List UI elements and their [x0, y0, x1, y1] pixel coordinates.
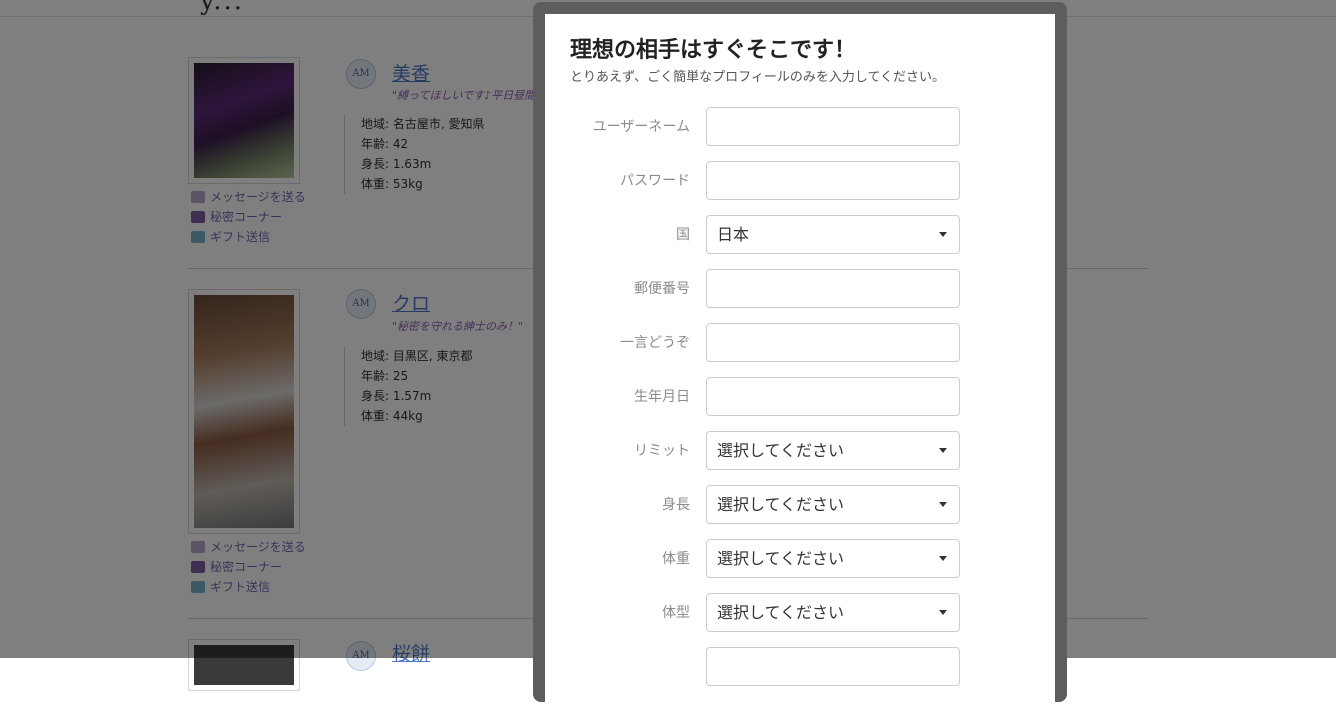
weight-label: 体重	[662, 551, 690, 567]
limit-label: リミット	[634, 443, 690, 459]
body-type-label: 体型	[662, 605, 690, 621]
password-input[interactable]	[706, 161, 960, 200]
country-label: 国	[676, 227, 690, 243]
next-field[interactable]	[706, 647, 960, 686]
form-row-username: ユーザーネーム	[545, 107, 1055, 147]
postal-code-input[interactable]	[706, 269, 960, 308]
form-row-body-type: 体型 選択してください	[545, 593, 1055, 633]
chevron-down-icon	[939, 232, 947, 237]
postal-code-label: 郵便番号	[634, 281, 690, 297]
height-select[interactable]: 選択してください	[706, 485, 960, 524]
form-row-country: 国 日本	[545, 215, 1055, 255]
username-label: ユーザーネーム	[592, 119, 690, 135]
modal-title: 理想の相手はすぐそこです！	[570, 38, 857, 63]
username-input[interactable]	[706, 107, 960, 146]
form-row-limit: リミット 選択してください	[545, 431, 1055, 471]
modal-subtitle: とりあえず、ごく簡単なプロフィールのみを入力してください。	[570, 70, 946, 85]
message-input[interactable]	[706, 323, 960, 362]
birthdate-label: 生年月日	[634, 389, 690, 405]
form-row-next	[545, 647, 1055, 687]
chevron-down-icon	[939, 556, 947, 561]
signup-modal: 理想の相手はすぐそこです！ とりあえず、ごく簡単なプロフィールのみを入力してくだ…	[545, 14, 1055, 714]
form-row-height: 身長 選択してください	[545, 485, 1055, 525]
chevron-down-icon	[939, 448, 947, 453]
body-type-select[interactable]: 選択してください	[706, 593, 960, 632]
limit-select[interactable]: 選択してください	[706, 431, 960, 470]
form-row-postal: 郵便番号	[545, 269, 1055, 309]
weight-select[interactable]: 選択してください	[706, 539, 960, 578]
form-row-birthdate: 生年月日	[545, 377, 1055, 417]
birthdate-input[interactable]	[706, 377, 960, 416]
form-row-password: パスワード	[545, 161, 1055, 201]
form-row-weight: 体重 選択してください	[545, 539, 1055, 579]
height-label: 身長	[662, 497, 690, 513]
country-select[interactable]: 日本	[706, 215, 960, 254]
chevron-down-icon	[939, 502, 947, 507]
form-row-message: 一言どうぞ	[545, 323, 1055, 363]
chevron-down-icon	[939, 610, 947, 615]
message-label: 一言どうぞ	[620, 335, 690, 351]
password-label: パスワード	[620, 173, 690, 189]
